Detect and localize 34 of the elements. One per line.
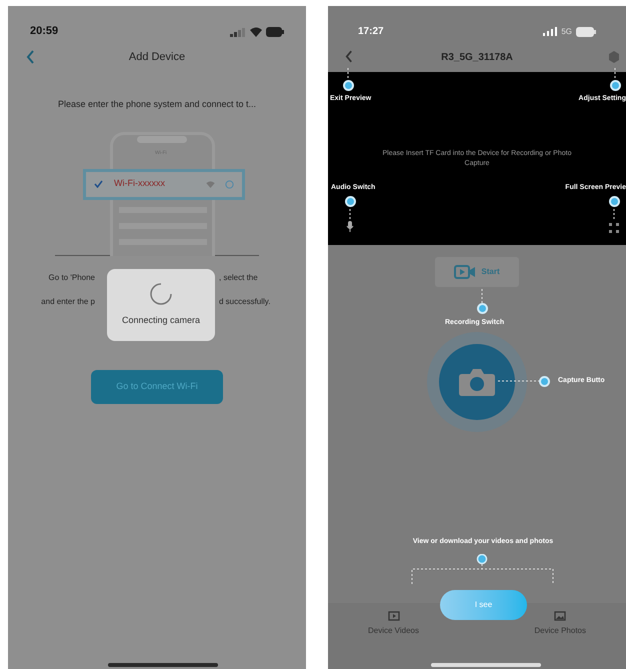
video-icon: [454, 265, 476, 279]
microphone-icon: [346, 221, 354, 232]
page-title: Add Device: [128, 50, 186, 65]
signal-icon: [230, 26, 246, 36]
instruction-text: and enter the p: [40, 296, 95, 308]
instruction-text: , select the: [219, 272, 259, 284]
device-title: R3_5G_31178A: [441, 50, 513, 64]
video-file-icon: [388, 611, 400, 621]
connect-wifi-button[interactable]: Go to Connect Wi-Fi: [91, 370, 223, 404]
prompt-text: Please enter the phone system and connect to t...: [56, 98, 258, 111]
settings-icon[interactable]: [608, 51, 620, 63]
dialog-message: Connecting camera: [122, 314, 200, 328]
back-icon[interactable]: [26, 50, 35, 64]
battery-icon: [576, 26, 596, 36]
info-icon: [225, 180, 234, 188]
camera-icon: [458, 367, 496, 397]
wifi-icon: [206, 180, 215, 188]
tab-button[interactable]: Device Photos: [534, 611, 586, 637]
dismiss-button[interactable]: I see: [440, 590, 527, 620]
tab-button[interactable]: Device Videos: [368, 611, 419, 637]
status-time: 20:59: [30, 24, 58, 40]
fullscreen-icon[interactable]: [609, 223, 619, 233]
photo-icon: [554, 611, 566, 621]
instruction-text: Go to 'Phone: [48, 272, 95, 284]
instruction-text: d successfully.: [219, 296, 272, 308]
network-name: Wi-Fi-xxxxxx: [114, 177, 166, 190]
start-recording-button[interactable]: Start: [435, 257, 519, 287]
wifi-icon: [250, 26, 262, 36]
back-icon[interactable]: [345, 50, 353, 63]
signal-icon: [543, 27, 558, 36]
network-type: 5G: [561, 26, 572, 38]
status-time: 17:27: [358, 25, 384, 39]
battery-icon: [266, 26, 284, 36]
spinner-icon: [149, 282, 173, 306]
